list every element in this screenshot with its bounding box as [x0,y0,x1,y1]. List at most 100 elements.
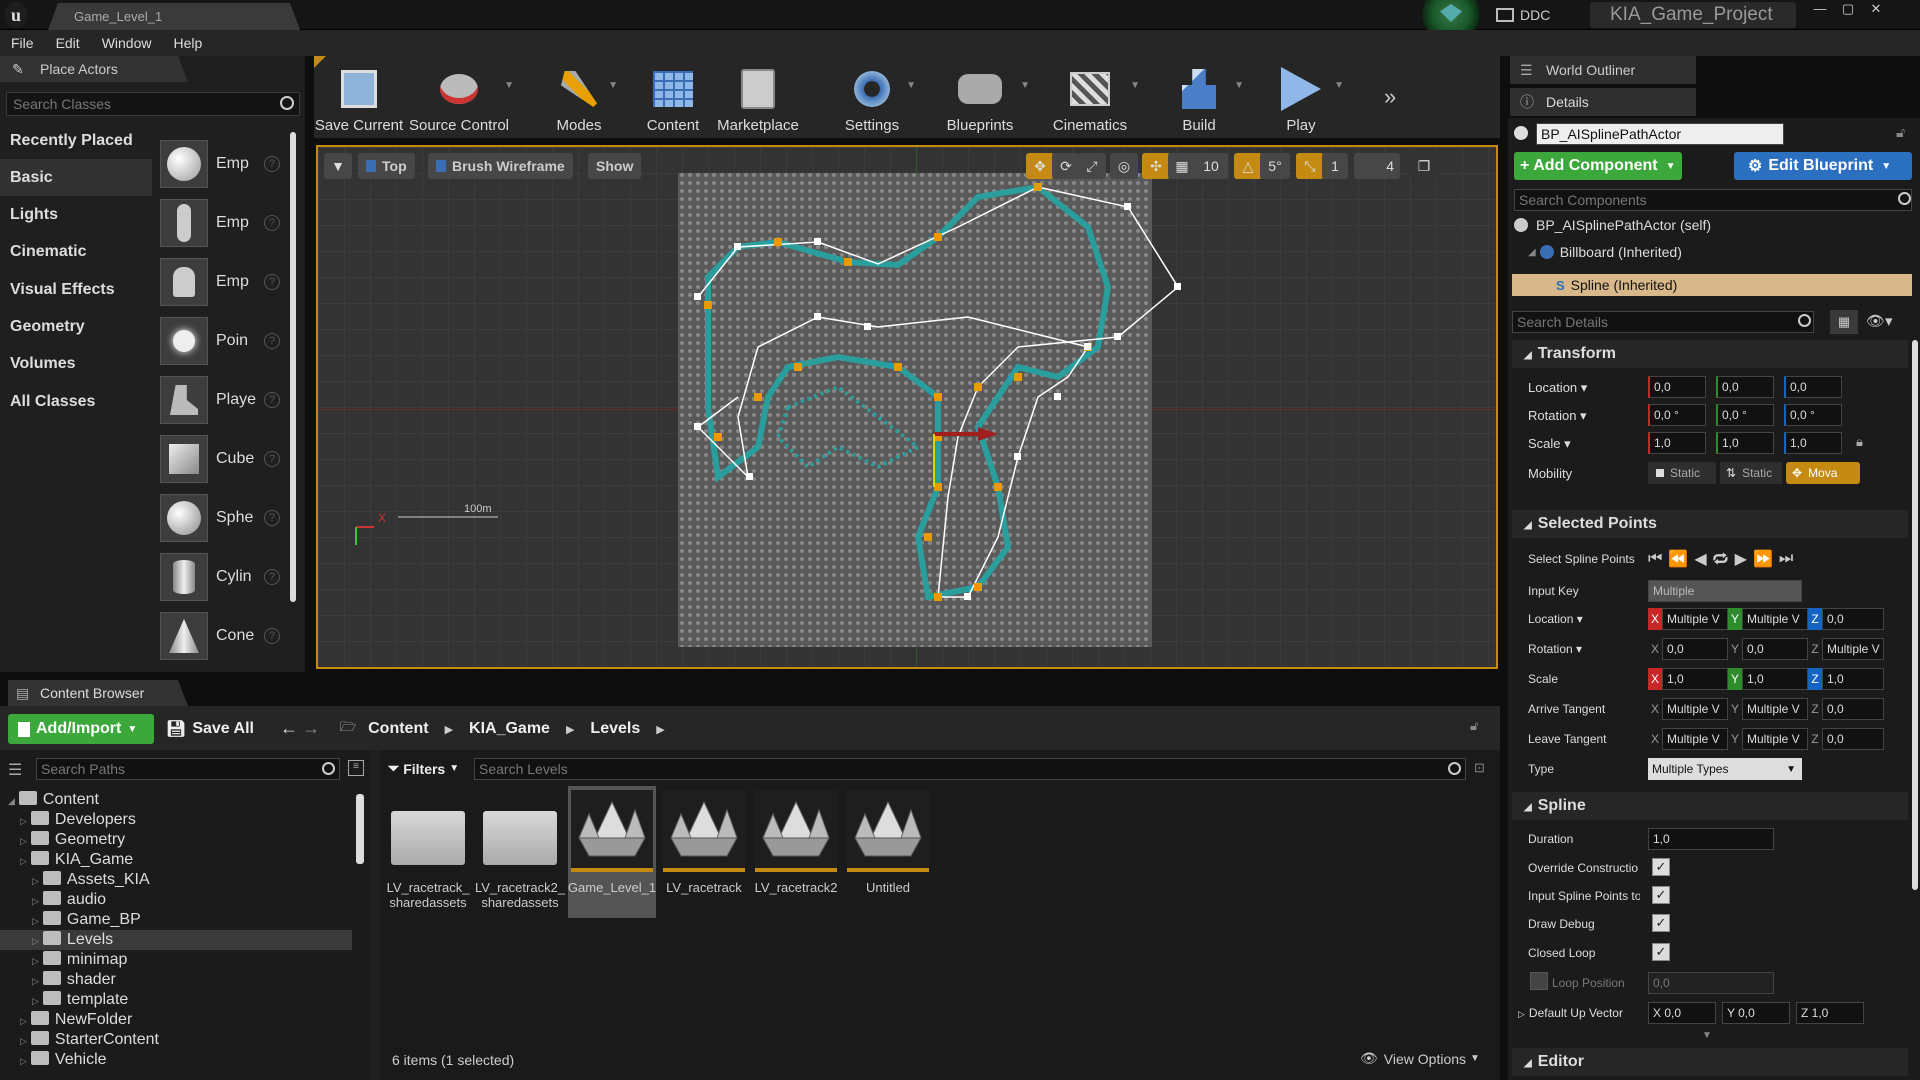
search-components-input[interactable]: Search Components [1514,189,1912,211]
draw-debug-checkbox[interactable]: ✓ [1652,914,1670,932]
input-spline-points-checkbox[interactable]: ✓ [1652,886,1670,904]
rotation-x-field[interactable]: 0,0 ° [1648,404,1706,426]
rotation-snap-icon[interactable]: △ [1234,153,1262,179]
expand-arrow-icon[interactable]: ▷ [20,856,27,866]
breadcrumb-levels[interactable]: Levels [590,720,640,738]
expand-arrow-icon[interactable]: ▷ [20,836,27,846]
scale-snap-value[interactable]: 1 [1322,153,1348,179]
menu-window[interactable]: Window [91,30,163,56]
actor-sphere[interactable]: Sphe? [160,489,295,547]
render-mode-button[interactable]: Brush Wireframe [428,153,573,179]
details-scrollbar[interactable] [1912,340,1918,890]
tree-folder[interactable]: ▷ Levels [0,930,352,950]
expand-arrow-icon[interactable]: ▷ [20,816,27,826]
mobility-stationary-button[interactable]: ⇅ Static [1720,462,1782,484]
up-vector-y[interactable]: Y 0,0 [1722,1002,1790,1024]
point-rotation-z[interactable]: Multiple V [1822,638,1884,660]
arrive-tangent-y[interactable]: Multiple V [1742,698,1808,720]
expand-arrow-icon[interactable]: ▷ [20,1056,27,1066]
back-arrow-icon[interactable]: ← [280,718,298,739]
closed-loop-checkbox[interactable]: ✓ [1652,943,1670,961]
leave-tangent-x[interactable]: Multiple V [1662,728,1728,750]
location-y-field[interactable]: 0,0 [1716,376,1774,398]
world-space-icon[interactable]: ◎ [1110,153,1138,179]
actor-cone[interactable]: Cone? [160,607,295,665]
expand-arrow-icon[interactable]: ▷ [32,936,39,946]
chevron-down-icon[interactable]: ▼ [1234,80,1244,91]
scale-tool-icon[interactable]: ⤢ [1078,153,1106,179]
tree-folder[interactable]: ▷ Game_BP [0,910,352,930]
point-scale-x[interactable]: 1,0 [1662,668,1728,690]
point-location-z[interactable]: 0,0 [1822,608,1884,630]
lock-icon[interactable]: 🔓︎ [1470,718,1478,734]
tree-folder[interactable]: ▷ NewFolder [0,1010,352,1030]
tree-folder[interactable]: ▷ StarterContent [0,1030,352,1050]
asset-level[interactable]: Game_Level_1 [568,786,656,918]
lock-scale-icon[interactable]: 🔒︎ [1856,434,1863,450]
actor-player-start[interactable]: Playe? [160,371,295,429]
grid-snap-value[interactable]: 10 [1194,153,1228,179]
scale-z-field[interactable]: 1,0 [1784,432,1842,454]
scale-snap-icon[interactable]: ⤡ [1296,153,1324,179]
camera-speed-button[interactable]: 4 [1354,153,1400,179]
grid-snap-icon[interactable]: ▦ [1168,153,1196,179]
actor-empty-actor[interactable]: Emp? [160,135,295,193]
actor-name-field[interactable]: BP_AISplinePathActor [1536,123,1784,145]
add-component-button[interactable]: + Add Component ▼ [1514,152,1682,180]
asset-level[interactable]: Untitled [844,786,932,918]
point-rotation-x[interactable]: 0,0 [1662,638,1728,660]
close-icon[interactable]: ✕ [1862,0,1890,20]
expand-arrow-icon[interactable]: ▷ [20,1036,27,1046]
up-vector-x[interactable]: X 0,0 [1648,1002,1716,1024]
leave-tangent-y[interactable]: Multiple V [1742,728,1808,750]
sources-toggle-icon[interactable]: ☰ [8,760,22,780]
breadcrumb-kia-game[interactable]: KIA_Game [469,720,550,738]
minimize-icon[interactable]: — [1806,0,1834,20]
select-next-icon[interactable]: ▶ [1735,549,1747,569]
help-icon[interactable]: ? [264,215,280,231]
expand-arrow-icon[interactable]: ▷ [32,896,39,906]
details-tab[interactable]: ⓘ Details [1510,88,1696,116]
chevron-down-icon[interactable]: ▼ [1020,80,1030,91]
tree-folder[interactable]: ▷ KIA_Game [0,850,352,870]
component-spline[interactable]: S Spline (Inherited) [1512,274,1912,296]
forward-arrow-icon[interactable]: → [302,718,320,739]
asset-level[interactable]: LV_racetrack2 [752,786,840,918]
tree-folder[interactable]: ▷ template [0,990,352,1010]
mobility-static-button[interactable]: Static [1648,462,1716,484]
search-classes-input[interactable]: Search Classes [6,92,300,116]
source-control-button[interactable]: Source Control ▼ [404,56,514,138]
expand-arrow-icon[interactable]: ▷ [32,956,39,966]
breadcrumb-content[interactable]: Content [368,720,428,738]
document-tab[interactable]: Game_Level_1 [48,3,300,30]
expand-arrow-icon[interactable]: ▷ [1518,1009,1525,1019]
content-browser-tab[interactable]: ▤ Content Browser [8,680,188,706]
save-search-icon[interactable]: ⊡ [1474,760,1485,776]
category-cinematic[interactable]: Cinematic [0,233,152,270]
select-next-add-icon[interactable]: ⏩ [1753,549,1773,569]
category-basic[interactable]: Basic [0,159,152,196]
tree-folder[interactable]: ▷ minimap [0,950,352,970]
rotation-z-field[interactable]: 0,0 ° [1784,404,1842,426]
selected-points-section[interactable]: ◢ Selected Points [1512,510,1908,538]
breadcrumb-separator-icon[interactable]: ▶ [445,723,453,736]
place-actors-scrollbar[interactable] [290,132,296,602]
tree-scrollbar[interactable] [356,794,364,864]
rotation-snap-value[interactable]: 5° [1260,153,1290,179]
expand-arrow-icon[interactable]: ▷ [20,1016,27,1026]
editor-section[interactable]: ◢ Editor [1512,1048,1908,1076]
tree-folder[interactable]: ▷ Vehicle [0,1050,352,1070]
scale-x-field[interactable]: 1,0 [1648,432,1706,454]
search-levels-input[interactable]: Search Levels [474,758,1466,780]
tree-folder[interactable]: ▷ shader [0,970,352,990]
expand-arrow-icon[interactable]: ▷ [32,976,39,986]
view-mode-button[interactable]: Top [358,153,415,179]
point-location-x[interactable]: Multiple V [1662,608,1728,630]
blueprints-button[interactable]: Blueprints ▼ [930,56,1030,138]
help-icon[interactable]: ? [264,392,280,408]
show-button[interactable]: Show [588,153,642,179]
help-icon[interactable]: ? [264,274,280,290]
select-prev-add-icon[interactable]: ⏪ [1668,549,1688,569]
duration-field[interactable]: 1,0 [1648,828,1774,850]
arrive-tangent-x[interactable]: Multiple V [1662,698,1728,720]
